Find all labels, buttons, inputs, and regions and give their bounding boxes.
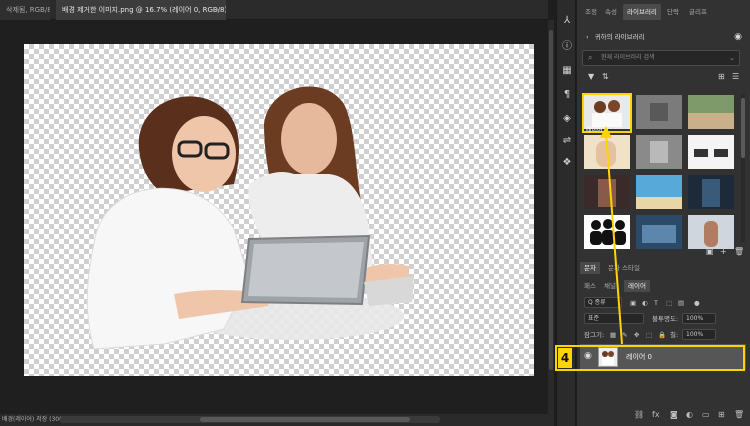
cutout-photo-image (86, 86, 414, 350)
people-icon (590, 219, 626, 245)
lock-move-icon[interactable]: ✥ (634, 328, 639, 342)
fx-icon[interactable]: fx (652, 410, 660, 419)
user-icon[interactable]: ◉ (734, 30, 742, 44)
library-item-2[interactable] (636, 95, 682, 129)
chevron-down-icon[interactable]: ⌄ (729, 51, 735, 65)
opacity-input[interactable]: 100% (682, 313, 716, 324)
tab-layers[interactable]: 레이어 (624, 280, 650, 292)
photoshop-window: 삭제됨, RGB/8) 배경 제거한 이미지.png @ 16.7% (레이어 … (0, 0, 750, 426)
vertical-scrollbar-thumb[interactable] (549, 30, 553, 370)
library-toolbar: ▼ ⇅ ⊞ ☰ (582, 70, 742, 86)
paragraph-icon[interactable]: ¶ (560, 88, 574, 102)
library-item-12[interactable] (688, 215, 734, 249)
lock-artboard-icon[interactable]: ⬚ (646, 328, 652, 342)
folder-icon[interactable]: ▭ (702, 410, 710, 419)
library-item-10[interactable] (584, 215, 630, 249)
library-search-placeholder: 현재 라이브러리 검색 (601, 54, 655, 61)
opacity-label: 불투명도: (652, 315, 679, 323)
tab-libraries[interactable]: 라이브러리 (623, 4, 661, 20)
library-item-11[interactable] (636, 215, 682, 249)
lock-pixels-icon[interactable]: ▦ (610, 328, 616, 342)
adjustment-icon[interactable]: ◐ (686, 410, 693, 419)
filter-type-icon[interactable]: T (654, 296, 658, 310)
fill-label: 칠: (670, 331, 679, 339)
tab-paragraph[interactable]: 단락 (663, 4, 683, 20)
lock-label: 잠그기: (584, 331, 605, 339)
cube-icon[interactable]: ◈ (560, 112, 574, 126)
library-icon[interactable]: ▦ (560, 64, 574, 78)
add-content-icon[interactable]: ▣ (706, 247, 714, 256)
lock-all-icon[interactable]: 🔒 (658, 328, 666, 342)
mask-icon[interactable]: ◙ (670, 410, 678, 419)
document-tab-previous[interactable]: 삭제됨, RGB/8) (0, 0, 50, 20)
tab-properties[interactable]: 속성 (601, 4, 621, 20)
list-view-icon[interactable]: ☰ (732, 72, 739, 81)
document-tab-active[interactable]: 배경 제거한 이미지.png @ 16.7% (레이어 0, RGB/8) × (56, 0, 226, 20)
info-icon[interactable]: ⓘ (560, 40, 574, 54)
sort-icon[interactable]: ⇅ (602, 72, 609, 81)
library-search-input[interactable]: ⌕ 현재 라이브러리 검색 ⌄ (582, 50, 740, 66)
filter-icon[interactable]: ▼ (588, 72, 594, 81)
filter-toggle-icon[interactable]: ● (694, 296, 700, 310)
layer-highlight-box (555, 345, 745, 371)
tab-character[interactable]: 문자 (580, 262, 600, 274)
character-icon[interactable]: ⅄ (560, 14, 574, 28)
filter-adjust-icon[interactable]: ◐ (642, 296, 648, 310)
layer-kind-select[interactable]: Q 종류 (584, 297, 622, 308)
document-tab-bar: 삭제됨, RGB/8) 배경 제거한 이미지.png @ 16.7% (레이어 … (0, 0, 548, 20)
add-layer-icon[interactable]: ⊞ (718, 410, 725, 419)
fill-input[interactable]: 100% (682, 329, 716, 340)
step-badge: 4 (558, 348, 572, 368)
filter-pixel-icon[interactable]: ▣ (630, 296, 636, 310)
trash-icon[interactable]: 🗑 (734, 247, 744, 256)
filter-smart-icon[interactable]: ▤ (678, 296, 684, 310)
filter-shape-icon[interactable]: ⬚ (666, 296, 672, 310)
document-tab-title: 배경 제거한 이미지.png @ 16.7% (레이어 0, RGB/8) (62, 6, 226, 14)
tab-character-styles[interactable]: 문자 스타일 (604, 262, 644, 274)
library-header[interactable]: ‹ 귀하의 라이브러리 ◉ (580, 30, 746, 44)
tab-adjustments[interactable]: 조정 (581, 4, 601, 20)
tab-paths[interactable]: 패스 (580, 280, 600, 292)
library-item-8[interactable] (636, 175, 682, 209)
library-item-4[interactable] (584, 135, 630, 169)
add-library-icon[interactable]: + (720, 247, 727, 256)
library-item-5[interactable] (636, 135, 682, 169)
lock-brush-icon[interactable]: ✎ (622, 328, 627, 342)
styles-icon[interactable]: ❖ (560, 156, 574, 170)
tab-channels[interactable]: 채널 (600, 280, 620, 292)
trash-icon[interactable]: 🗑 (734, 410, 744, 419)
thumbnail-scrollbar-thumb[interactable] (741, 98, 745, 158)
lock-fill-row: 잠그기: ▦ ✎ ✥ ⬚ 🔒 칠: 100% (580, 328, 746, 342)
close-tab-icon[interactable]: × (215, 0, 221, 20)
search-icon: ⌕ (588, 53, 593, 62)
adjust-icon[interactable]: ⇌ (560, 134, 574, 148)
library-item-7[interactable] (584, 175, 630, 209)
document-canvas[interactable] (24, 44, 534, 376)
blend-opacity-row: 표준 불투명도: 100% (580, 312, 746, 326)
chevron-left-icon[interactable]: ‹ (586, 33, 589, 41)
library-item-3[interactable] (688, 95, 734, 129)
library-actions: ▣ + 🗑 (580, 246, 746, 260)
layer-filter-row: Q 종류 ▣ ◐ T ⬚ ▤ ● (580, 296, 746, 310)
tab-glyphs[interactable]: 글리프 (685, 4, 711, 20)
link-icon[interactable]: ⛓ (634, 410, 644, 419)
blend-mode-select[interactable]: 표준 (584, 313, 644, 324)
horizontal-scrollbar-thumb[interactable] (200, 417, 410, 422)
library-item-6[interactable] (688, 135, 734, 169)
layers-footer: ⛓ fx ◙ ◐ ▭ ⊞ 🗑 (580, 410, 746, 424)
selected-thumbnail-label: 레이어 0 (586, 127, 609, 134)
library-item-9[interactable] (688, 175, 734, 209)
library-title: 귀하의 라이브러리 (594, 33, 645, 41)
grid-view-icon[interactable]: ⊞ (718, 72, 725, 81)
